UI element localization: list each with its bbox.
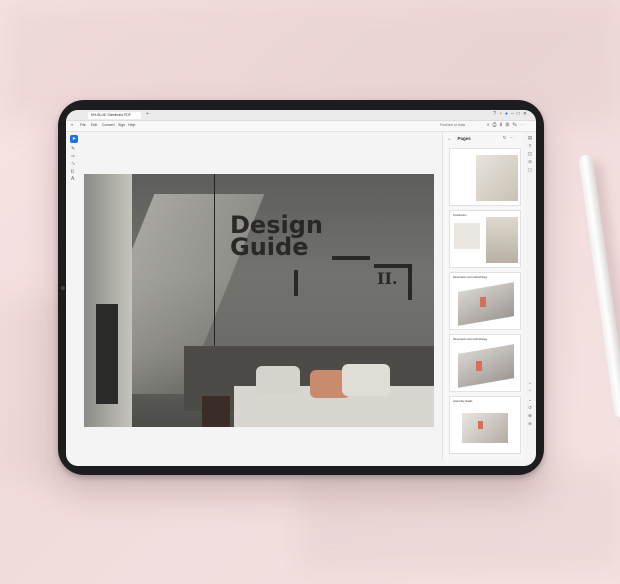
thumbnail-accent bbox=[480, 297, 486, 307]
right-rail: ▤ ⌑ ◫ ⊘ ▢ bbox=[526, 134, 534, 174]
pages-header: ← Pages bbox=[447, 136, 471, 141]
window-shadow bbox=[300, 470, 620, 570]
document-tab[interactable]: NH-BLUE-Steelbuild.PDF bbox=[88, 112, 141, 119]
menu-convert[interactable]: Convert bbox=[102, 123, 115, 127]
thumbnail-image bbox=[458, 282, 514, 326]
fireplace-niche bbox=[96, 304, 118, 404]
thumbnail-image bbox=[476, 155, 518, 201]
draw-icon[interactable]: ∿ bbox=[71, 161, 80, 167]
thumbnail-image bbox=[454, 223, 480, 249]
comment-panel-icon[interactable]: ▢ bbox=[526, 166, 534, 174]
page-thumbnail[interactable]: Dimensions and methodology bbox=[449, 272, 521, 330]
document-page[interactable]: Design Guide II. bbox=[84, 174, 434, 427]
thumbnail-image bbox=[486, 217, 518, 263]
bookmark-icon[interactable]: ⌑ bbox=[526, 142, 534, 150]
text-icon[interactable]: ⌷ bbox=[71, 169, 80, 175]
thumbnail-caption: Dimensions and methodology bbox=[453, 276, 488, 279]
page-up-icon[interactable]: ⌃ bbox=[526, 388, 534, 396]
edit-icon[interactable]: ✎ bbox=[512, 122, 520, 128]
more-icon[interactable]: ⋯ bbox=[510, 135, 518, 140]
zoom-in-icon[interactable]: + bbox=[526, 380, 534, 388]
pages-panel: ← Pages ↻⋯ Introduction Dimensions and me… bbox=[442, 132, 523, 460]
thumbnail-image bbox=[462, 413, 508, 443]
thumbnail-caption: Introduction bbox=[453, 214, 467, 217]
zoom-out-icon[interactable]: ⊖ bbox=[526, 420, 534, 428]
cursor-icon[interactable]: ➤ bbox=[70, 135, 78, 143]
title-vertical-mark bbox=[294, 270, 298, 296]
thumbnail-image bbox=[458, 344, 514, 388]
menu-bar: ≡ File Edit Convert Sign Help Find text … bbox=[66, 121, 536, 132]
close-button[interactable]: ✕ bbox=[523, 111, 530, 117]
back-icon[interactable]: ← bbox=[447, 136, 452, 141]
window-controls: ?◔●–□✕ bbox=[493, 111, 530, 117]
thumbnail-accent bbox=[478, 421, 483, 429]
pages-header-icons: ↻⋯ bbox=[503, 135, 517, 141]
page-down-icon[interactable]: ⌄ bbox=[526, 396, 534, 404]
pages-icon[interactable]: ▤ bbox=[526, 134, 534, 142]
document-title: Design Guide bbox=[230, 211, 323, 261]
pages-title: Pages bbox=[457, 136, 471, 141]
title-bar: NH-BLUE-Steelbuild.PDF + ?◔●–□✕ bbox=[66, 110, 536, 126]
attachments-icon[interactable]: ⊘ bbox=[526, 158, 534, 166]
print-icon[interactable]: ⎙ bbox=[493, 122, 500, 128]
right-rail-bottom: + ⌃ ⌄ ↺ ⊕ ⊖ bbox=[526, 380, 534, 428]
thumbnail-caption: Assembly details bbox=[453, 400, 473, 403]
home-icon[interactable]: ≡ bbox=[71, 123, 73, 127]
corner-mark bbox=[408, 264, 412, 300]
zoom-icon[interactable]: ⊕ bbox=[526, 412, 534, 420]
find-icon[interactable]: A bbox=[71, 176, 80, 182]
comment-icon[interactable]: ✎ bbox=[71, 146, 80, 152]
page-thumbnail[interactable]: Dimensions and methodology bbox=[449, 334, 521, 392]
rotate-page-icon[interactable]: ↺ bbox=[526, 404, 534, 412]
menu-sign[interactable]: Sign bbox=[118, 123, 125, 127]
pillow bbox=[342, 364, 390, 396]
rotate-icon[interactable]: ↻ bbox=[503, 135, 510, 140]
nightstand bbox=[202, 396, 230, 427]
title-bar-mark bbox=[332, 256, 370, 260]
pendant-lamp bbox=[214, 174, 215, 364]
left-toolbar: ➤ ✎ ✑ ∿ ⌷ A bbox=[68, 133, 80, 203]
stylus-pencil bbox=[578, 154, 620, 419]
page-thumbnail[interactable]: Introduction bbox=[449, 210, 521, 268]
new-tab-icon[interactable]: + bbox=[146, 111, 149, 117]
menu-file[interactable]: File bbox=[80, 123, 86, 127]
toolbar-icons: ⌕⎙⇪⚙✎⋯ bbox=[487, 122, 528, 128]
more-icon[interactable]: ⋯ bbox=[520, 122, 528, 128]
section-number: II. bbox=[377, 269, 398, 288]
page-thumbnail[interactable] bbox=[449, 148, 521, 206]
menu-edit[interactable]: Edit bbox=[91, 123, 97, 127]
front-camera bbox=[61, 286, 65, 290]
tablet-screen: NH-BLUE-Steelbuild.PDF + ?◔●–□✕ ≡ File E… bbox=[66, 110, 536, 466]
pen-icon[interactable]: ✑ bbox=[71, 154, 80, 160]
pillow bbox=[256, 366, 300, 394]
thumbnail-accent bbox=[476, 361, 482, 371]
layers-icon[interactable]: ◫ bbox=[526, 150, 534, 158]
page-thumbnail[interactable]: Assembly details bbox=[449, 396, 521, 454]
corner-mark bbox=[374, 264, 412, 268]
thumbnail-caption: Dimensions and methodology bbox=[453, 338, 488, 341]
search-input[interactable]: Find text or tools bbox=[440, 123, 465, 127]
menu-help[interactable]: Help bbox=[128, 123, 135, 127]
